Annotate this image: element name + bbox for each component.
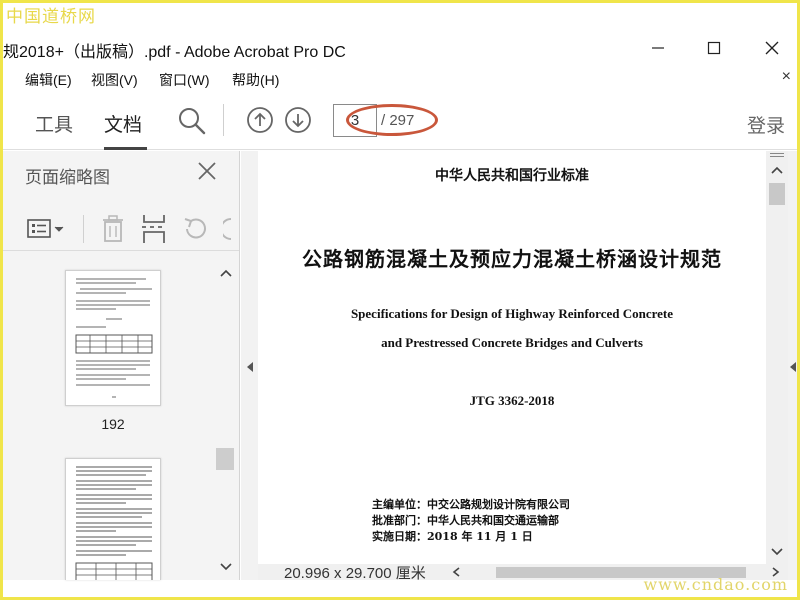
right-splitter[interactable] <box>788 151 797 580</box>
doc-standard-type: 中华人民共和国行业标准 <box>435 168 589 184</box>
delete-page-icon[interactable] <box>101 215 125 243</box>
thumbnail-toolbar <box>3 207 239 251</box>
document-scrollbar[interactable] <box>766 151 788 564</box>
watermark-bottom: www.cndao.com <box>643 575 788 594</box>
menu-edit[interactable]: 编辑(E) <box>25 70 72 90</box>
menu-help[interactable]: 帮助(H) <box>232 70 279 90</box>
menu-view[interactable]: 视图(V) <box>91 70 138 90</box>
watermark-top: 中国道桥网 <box>6 7 96 27</box>
menu-bar: 编辑(E) 视图(V) 窗口(W) 帮助(H) × <box>3 66 797 92</box>
menu-window[interactable]: 窗口(W) <box>159 70 210 90</box>
arrow-up-circle-icon[interactable] <box>246 106 274 134</box>
thumbnail-list[interactable]: 192 <box>3 252 239 580</box>
panel-title: 页面缩略图 <box>25 168 110 187</box>
maximize-button[interactable] <box>691 34 737 62</box>
login-button[interactable]: 登录 <box>747 111 785 138</box>
doc-english-title-line2: and Prestressed Concrete Bridges and Cul… <box>381 335 643 350</box>
doc-title: 公路钢筋混凝土及预应力混凝土桥涵设计规范 <box>302 247 722 271</box>
tab-document[interactable]: 文档 <box>104 110 142 137</box>
scrollbar-grip <box>770 153 784 157</box>
more-tools-icon[interactable] <box>223 217 233 241</box>
undo-icon[interactable] <box>181 215 209 243</box>
toolbar-separator <box>223 104 224 136</box>
document-view[interactable]: 中华人民共和国行业标准 公路钢筋混凝土及预应力混凝土桥涵设计规范 Specifi… <box>258 151 766 564</box>
minimize-icon <box>652 47 664 49</box>
search-icon[interactable] <box>177 106 207 136</box>
thumbnail-options-icon[interactable] <box>27 217 67 241</box>
doc-standard-code: JTG 3362-2018 <box>469 393 555 408</box>
minimize-button[interactable] <box>635 34 681 62</box>
scrollbar-thumb[interactable] <box>216 448 234 470</box>
panel-tools-separator <box>83 215 84 243</box>
thumbnail-page-192[interactable] <box>65 270 161 406</box>
doc-approving-dept: 批准部门：中华人民共和国交通运输部 <box>372 514 559 527</box>
menu-close-document-icon[interactable]: × <box>782 68 791 86</box>
insert-page-icon[interactable] <box>141 214 167 244</box>
tab-tools[interactable]: 工具 <box>35 110 73 137</box>
thumbnail-panel: 页面缩略图 192 <box>3 151 240 580</box>
doc-english-title-line1: Specifications for Design of Highway Rei… <box>350 306 674 321</box>
chevron-up-icon[interactable] <box>219 268 233 278</box>
chevron-up-icon[interactable] <box>770 165 784 175</box>
title-bar: 规2018+（出版稿）.pdf - Adobe Acrobat Pro DC <box>3 28 797 64</box>
collapse-panel-icon[interactable] <box>246 361 254 373</box>
chevron-down-icon[interactable] <box>219 562 233 572</box>
chevron-down-icon[interactable] <box>770 547 784 557</box>
thumbnail-page-preview <box>75 278 153 398</box>
doc-editor-unit: 主编单位：中交公路规划设计院有限公司 <box>372 498 570 511</box>
highlight-annotation-ellipse <box>346 104 438 136</box>
page-size-readout: 20.996 x 29.700 厘米 <box>284 565 426 582</box>
thumbnail-page-next[interactable] <box>65 458 161 580</box>
maximize-icon <box>707 41 721 55</box>
window-title: 规2018+（出版稿）.pdf - Adobe Acrobat Pro DC <box>3 44 346 61</box>
doc-effective-date: 实施日期：2018 年 11 月 1 日 <box>372 530 533 543</box>
active-tab-indicator <box>104 147 147 150</box>
close-icon <box>765 41 779 55</box>
thumbnail-label: 192 <box>101 416 125 432</box>
arrow-down-circle-icon[interactable] <box>284 106 312 134</box>
scrollbar-thumb[interactable] <box>769 183 785 205</box>
panel-close-icon[interactable] <box>195 159 219 183</box>
thumbnail-page-preview <box>75 466 153 580</box>
panel-splitter[interactable] <box>241 151 258 580</box>
expand-right-panel-icon[interactable] <box>789 361 797 373</box>
close-window-button[interactable] <box>749 34 795 62</box>
chevron-left-icon[interactable] <box>452 566 462 578</box>
thumbnail-scrollbar[interactable] <box>213 260 237 576</box>
